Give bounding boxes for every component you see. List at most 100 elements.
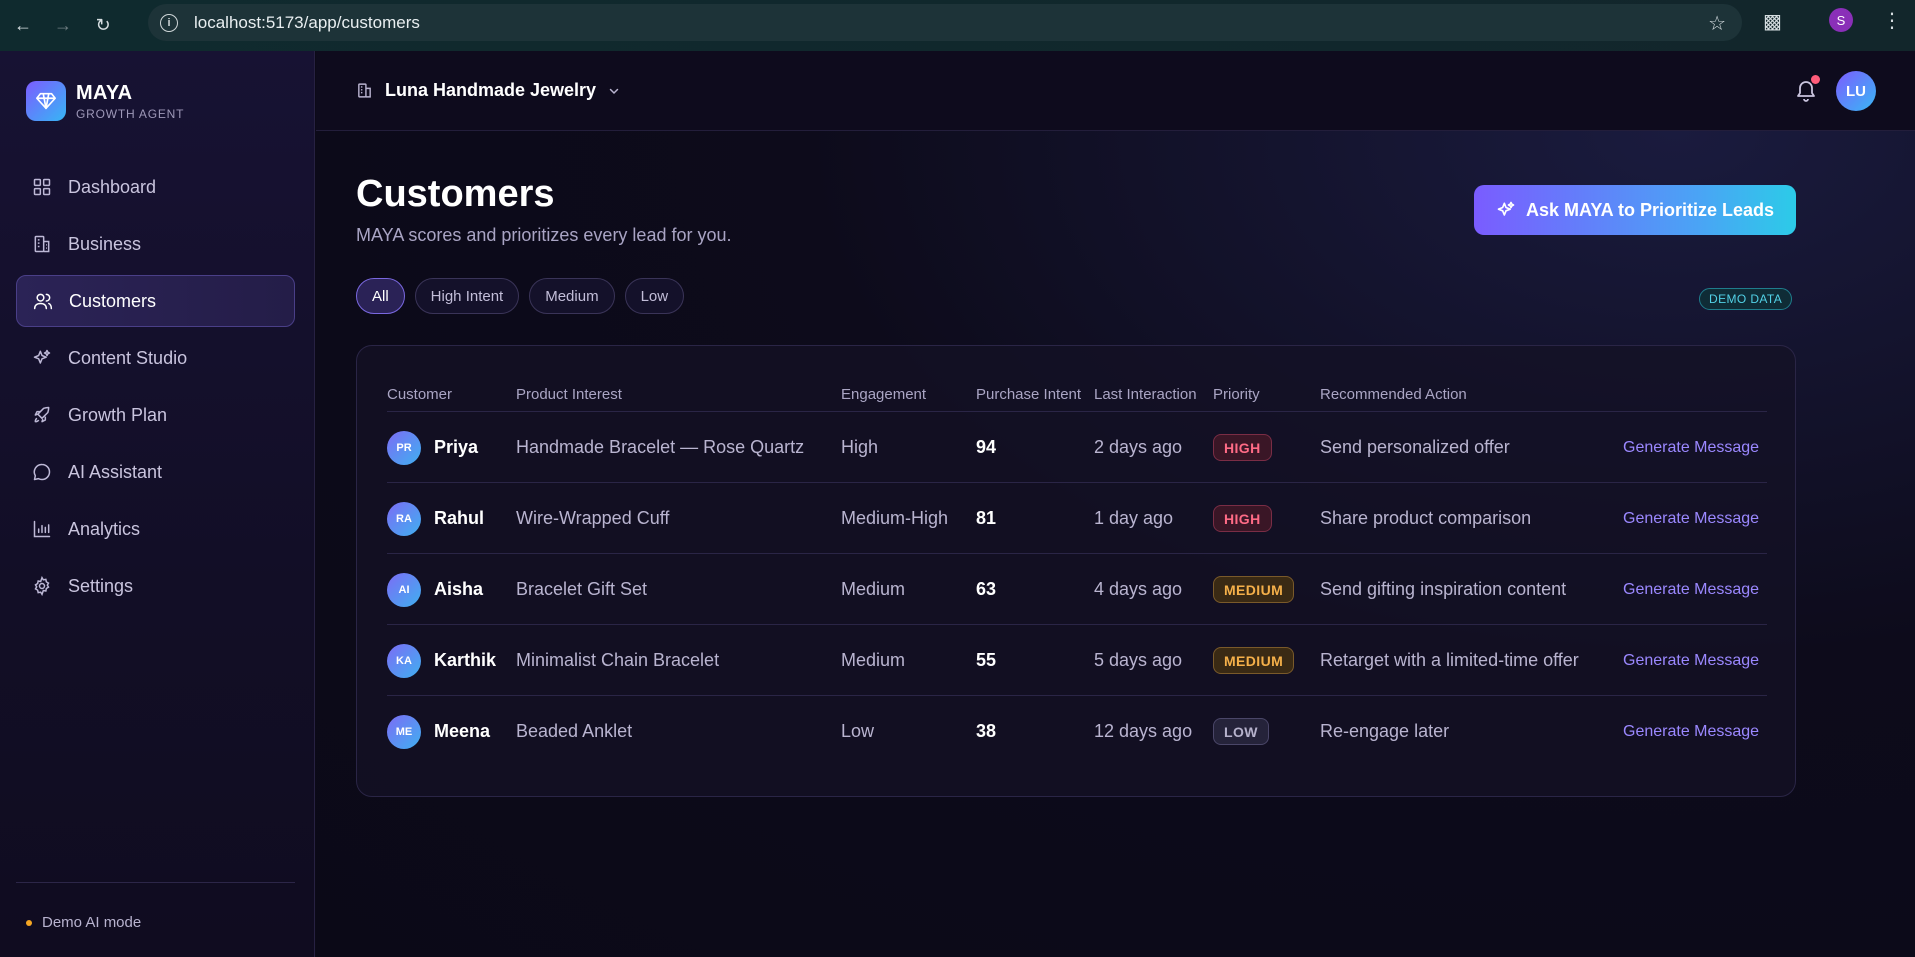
customers-table: Customer Product Interest Engagement Pur…	[356, 345, 1796, 797]
table-row[interactable]: ME Meena Beaded Anklet Low 38 12 days ag…	[387, 696, 1767, 767]
sidebar-item-growth-plan[interactable]: Growth Plan	[16, 389, 295, 441]
top-header: Luna Handmade Jewelry LU	[316, 51, 1915, 131]
sparkles-icon	[33, 349, 51, 364]
purchase-intent: 55	[976, 650, 997, 670]
diamond-logo-icon	[26, 81, 66, 121]
customer-name: Aisha	[434, 579, 484, 599]
generate-message-link[interactable]: Generate Message	[1623, 652, 1759, 670]
sidebar-item-label: Content Studio	[68, 347, 188, 368]
sidebar-item-content-studio[interactable]: Content Studio	[16, 332, 295, 384]
column-header-priority[interactable]: Priority	[1213, 386, 1260, 403]
filter-high-intent[interactable]: High Intent	[414, 278, 520, 314]
sidebar-item-analytics[interactable]: Analytics	[16, 503, 295, 555]
table-row[interactable]: KA Karthik Minimalist Chain Bracelet Med…	[387, 625, 1767, 696]
table-row[interactable]: PR Priya Handmade Bracelet — Rose Quartz…	[387, 412, 1767, 483]
page-title: Customers	[356, 173, 555, 215]
sidebar-item-ai-assistant[interactable]: AI Assistant	[16, 446, 295, 498]
recommended-action: Share product comparison	[1320, 508, 1532, 528]
generate-message-cell: Generate Message	[1623, 696, 1759, 767]
generate-message-link[interactable]: Generate Message	[1623, 581, 1759, 599]
customer-cell: RA Rahul	[387, 483, 484, 554]
priority-badge: HIGH	[1213, 434, 1272, 461]
brand[interactable]: MAYA GROWTH AGENT	[26, 81, 184, 121]
priority-badge: MEDIUM	[1213, 647, 1295, 674]
generate-message-link[interactable]: Generate Message	[1623, 439, 1759, 457]
last-interaction: 1 day ago	[1094, 508, 1174, 528]
product-interest: Handmade Bracelet — Rose Quartz	[516, 437, 805, 457]
column-header-customer[interactable]: Customer	[387, 386, 452, 403]
engagement: Medium	[841, 579, 906, 599]
grid-icon	[33, 178, 51, 196]
last-interaction: 12 days ago	[1094, 721, 1193, 741]
priority-badge: LOW	[1213, 718, 1269, 745]
info-icon[interactable]: i	[160, 13, 178, 32]
column-header-engagement[interactable]: Engagement	[841, 386, 926, 403]
priority-cell: LOW	[1213, 696, 1269, 767]
sidebar-item-label: Business	[68, 233, 142, 254]
sidebar: MAYA GROWTH AGENT Dashboard Business Cus…	[0, 51, 315, 957]
main-content: Customers MAYA scores and prioritizes ev…	[316, 131, 1915, 957]
generate-message-cell: Generate Message	[1623, 554, 1759, 625]
table-row[interactable]: RA Rahul Wire-Wrapped Cuff Medium-High 8…	[387, 483, 1767, 554]
engagement: Medium-High	[841, 508, 949, 528]
extensions-puzzle-icon[interactable]: ▩	[1763, 9, 1782, 34]
column-header-recommended-action[interactable]: Recommended Action	[1320, 386, 1467, 403]
customer-name: Priya	[434, 437, 479, 457]
sidebar-divider	[16, 882, 295, 883]
demo-data-badge: DEMO DATA	[1699, 288, 1793, 310]
building-icon	[34, 235, 50, 253]
priority-cell: HIGH	[1213, 483, 1272, 554]
sidebar-item-customers[interactable]: Customers	[16, 275, 295, 327]
recommended-action: Send gifting inspiration content	[1320, 579, 1567, 599]
bar-chart-icon	[33, 520, 51, 538]
users-icon	[33, 293, 53, 310]
bookmark-star-icon[interactable]: ☆	[1708, 11, 1726, 36]
customer-cell: KA Karthik	[387, 625, 496, 696]
generate-message-link[interactable]: Generate Message	[1623, 510, 1759, 528]
customer-cell: AI Aisha	[387, 554, 483, 625]
forward-arrow-icon[interactable]: →	[46, 9, 80, 43]
user-avatar[interactable]: LU	[1836, 71, 1876, 111]
workspace-name: Luna Handmade Jewelry	[385, 80, 597, 100]
generate-message-link[interactable]: Generate Message	[1623, 723, 1759, 741]
product-interest: Minimalist Chain Bracelet	[516, 650, 720, 670]
customer-cell: PR Priya	[387, 412, 478, 483]
sidebar-item-business[interactable]: Business	[16, 218, 295, 270]
browser-profile-avatar[interactable]: S	[1829, 8, 1853, 32]
prioritize-leads-button[interactable]: Ask MAYA to Prioritize Leads	[1474, 185, 1796, 235]
browser-toolbar: ← → ↻ i localhost:5173/app/customers ☆ ▩…	[0, 0, 1915, 51]
customer-name: Karthik	[434, 650, 497, 670]
priority-cell: HIGH	[1213, 412, 1272, 483]
column-header-purchase-intent[interactable]: Purchase Intent	[976, 386, 1081, 403]
last-interaction: 4 days ago	[1094, 579, 1183, 599]
filter-all[interactable]: All	[356, 278, 405, 314]
sidebar-item-label: Growth Plan	[68, 404, 168, 425]
customer-name: Rahul	[434, 508, 485, 528]
priority-badge: MEDIUM	[1213, 576, 1295, 603]
sidebar-item-dashboard[interactable]: Dashboard	[16, 161, 295, 213]
sidebar-item-settings[interactable]: Settings	[16, 560, 295, 612]
url-text[interactable]: localhost:5173/app/customers	[194, 13, 420, 33]
workspace-selector[interactable]: Luna Handmade Jewelry	[356, 80, 620, 101]
filter-medium[interactable]: Medium	[529, 278, 615, 314]
gear-icon	[34, 576, 50, 596]
sparkles-icon	[1497, 201, 1515, 216]
engagement: Medium	[841, 650, 906, 670]
address-bar[interactable]: i localhost:5173/app/customers ☆	[148, 4, 1742, 41]
recommended-action: Send personalized offer	[1320, 437, 1510, 457]
filter-chips: All High Intent Medium Low	[356, 278, 694, 314]
sidebar-nav: Dashboard Business Customers Content Stu…	[16, 161, 295, 617]
engagement: Low	[841, 721, 875, 741]
status-dot-icon	[26, 919, 32, 926]
product-interest: Wire-Wrapped Cuff	[516, 508, 670, 528]
reload-icon[interactable]: ↻	[86, 9, 120, 43]
column-header-product-interest[interactable]: Product Interest	[516, 386, 622, 403]
filter-low[interactable]: Low	[624, 278, 685, 314]
priority-cell: MEDIUM	[1213, 554, 1295, 625]
table-row[interactable]: AI Aisha Bracelet Gift Set Medium 63 4 d…	[387, 554, 1767, 625]
browser-menu-icon[interactable]: ⋮	[1882, 8, 1902, 33]
customer-name: Meena	[434, 721, 491, 741]
engagement: High	[841, 437, 879, 457]
column-header-last-interaction[interactable]: Last Interaction	[1094, 386, 1197, 403]
back-arrow-icon[interactable]: ←	[6, 9, 40, 43]
